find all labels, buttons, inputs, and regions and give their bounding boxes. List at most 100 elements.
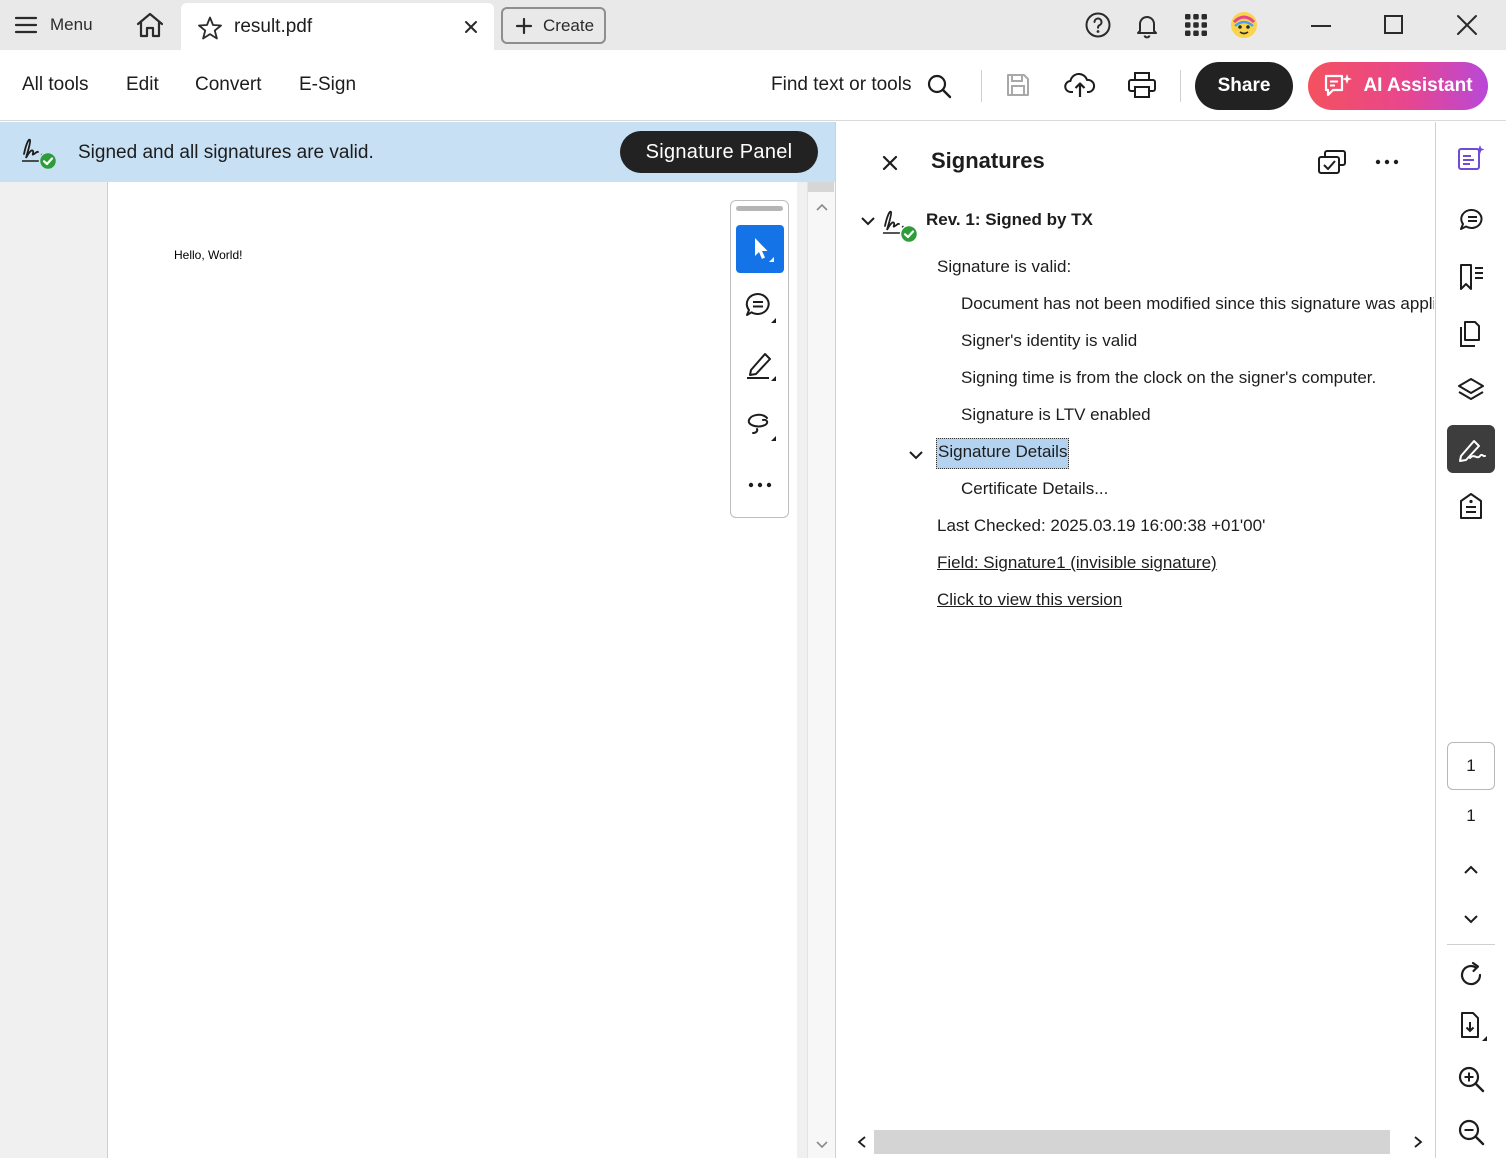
cloud-upload-icon[interactable] — [1064, 70, 1096, 100]
menu-label: Menu — [50, 15, 93, 34]
title-bar: Menu result.pdf Create — [0, 0, 1506, 50]
signature-panel-button[interactable]: Signature Panel — [620, 131, 818, 173]
chevron-down-icon — [1461, 912, 1481, 926]
more-horizontal-icon — [747, 481, 773, 489]
user-avatar-icon[interactable] — [1229, 10, 1259, 40]
bell-icon[interactable] — [1132, 10, 1162, 40]
comment-icon — [743, 290, 777, 324]
select-tool-button[interactable] — [736, 225, 784, 273]
next-page-button[interactable] — [1447, 895, 1495, 943]
revision-label[interactable]: Rev. 1: Signed by TX — [926, 210, 1093, 230]
ai-assistant-button[interactable]: AI Assistant — [1308, 62, 1488, 110]
quick-tools-panel — [730, 200, 789, 518]
previous-page-button[interactable] — [1447, 846, 1495, 894]
validity-item: Document has not been modified since thi… — [961, 294, 1434, 313]
zoom-out-icon — [1456, 1117, 1486, 1147]
chevron-up-icon — [1461, 863, 1481, 877]
collapse-details-icon[interactable] — [907, 448, 925, 462]
field-link[interactable]: Field: Signature1 (invisible signature) — [937, 553, 1217, 573]
find-text-or-tools-button[interactable]: Find text or tools — [771, 74, 911, 96]
maximize-icon[interactable] — [1379, 10, 1409, 40]
validity-item: Signing time is from the clock on the si… — [961, 368, 1377, 387]
create-button[interactable]: Create — [501, 7, 606, 44]
hamburger-icon — [14, 15, 38, 35]
close-panel-icon[interactable] — [880, 153, 900, 173]
star-icon[interactable] — [197, 15, 223, 41]
vertical-scrollbar[interactable] — [807, 182, 835, 1158]
validate-all-icon[interactable] — [1316, 148, 1348, 178]
zoom-out-button[interactable] — [1447, 1108, 1495, 1156]
page-display-icon — [1455, 1010, 1487, 1042]
bookmark-icon — [1456, 262, 1486, 292]
lasso-draw-icon — [743, 408, 777, 442]
create-label: Create — [543, 15, 595, 35]
rail-document-properties[interactable] — [1447, 482, 1495, 530]
collapse-revision-icon[interactable] — [859, 214, 877, 228]
search-icon[interactable] — [926, 73, 952, 99]
more-options-icon[interactable] — [1374, 158, 1400, 166]
panel-title: Signatures — [931, 148, 1045, 173]
layers-icon — [1456, 375, 1486, 405]
menu-button[interactable]: Menu — [14, 8, 114, 42]
rail-bookmarks[interactable] — [1447, 253, 1495, 301]
toolbar-divider — [981, 70, 982, 102]
highlight-tool-button[interactable] — [736, 341, 784, 389]
pdf-page[interactable]: Hello, World! — [107, 182, 797, 1158]
pages-icon — [1456, 319, 1486, 349]
help-icon[interactable] — [1083, 10, 1113, 40]
rotate-icon — [1456, 960, 1486, 990]
nav-edit[interactable]: Edit — [126, 74, 159, 96]
rail-signatures[interactable] — [1447, 425, 1495, 473]
nav-all-tools[interactable]: All tools — [22, 74, 89, 96]
save-icon[interactable] — [1005, 72, 1031, 98]
ai-assistant-label: AI Assistant — [1363, 75, 1473, 96]
zoom-in-icon — [1456, 1064, 1486, 1094]
rotate-view-button[interactable] — [1447, 951, 1495, 999]
chevron-right-icon[interactable] — [1412, 1135, 1424, 1149]
more-tools-button[interactable] — [736, 461, 784, 509]
home-icon — [135, 11, 165, 39]
certificate-details-link[interactable]: Certificate Details... — [961, 479, 1108, 499]
signature-details-item[interactable]: Signature Details — [936, 438, 1070, 469]
apps-grid-icon[interactable] — [1181, 10, 1211, 40]
rail-layers[interactable] — [1447, 366, 1495, 414]
validity-heading: Signature is valid: — [937, 257, 1072, 276]
view-version-link[interactable]: Click to view this version — [937, 590, 1122, 610]
document-tab[interactable]: result.pdf — [181, 3, 494, 50]
nav-e-sign[interactable]: E-Sign — [299, 74, 356, 96]
scrollbar-thumb[interactable] — [808, 182, 834, 192]
share-button[interactable]: Share — [1195, 62, 1293, 110]
print-icon[interactable] — [1127, 71, 1157, 99]
right-rail: 1 1 — [1435, 122, 1506, 1158]
validity-item: Signer's identity is valid — [961, 331, 1138, 350]
signature-valid-icon — [20, 134, 60, 170]
plus-icon — [515, 17, 533, 35]
current-page-input[interactable]: 1 — [1447, 742, 1495, 790]
draw-tool-button[interactable] — [736, 401, 784, 449]
validity-item: Signature is LTV enabled — [961, 405, 1151, 424]
rail-comments[interactable] — [1447, 197, 1495, 245]
page-text: Hello, World! — [174, 248, 243, 262]
cursor-arrow-icon — [746, 234, 774, 264]
rail-pages[interactable] — [1447, 310, 1495, 358]
document-viewer: Hello, World! — [0, 182, 835, 1158]
last-checked-text: Last Checked: 2025.03.19 16:00:38 +01'00… — [937, 516, 1266, 535]
rail-generative-summary[interactable] — [1447, 134, 1495, 182]
drag-handle[interactable] — [736, 206, 783, 211]
close-tab-icon[interactable] — [461, 17, 481, 37]
nav-convert[interactable]: Convert — [195, 74, 262, 96]
chevron-left-icon[interactable] — [856, 1135, 868, 1149]
scrollbar-thumb[interactable] — [874, 1130, 1390, 1154]
home-button[interactable] — [130, 8, 170, 42]
close-window-icon[interactable] — [1452, 10, 1482, 40]
page-display-button[interactable] — [1447, 1002, 1495, 1050]
zoom-in-button[interactable] — [1447, 1055, 1495, 1103]
toolbar-divider — [1180, 70, 1181, 102]
comments-icon — [1456, 206, 1486, 236]
ai-summary-icon — [1456, 143, 1486, 173]
comment-tool-button[interactable] — [736, 283, 784, 331]
ai-assistant-icon — [1323, 72, 1353, 100]
minimize-icon[interactable] — [1306, 10, 1336, 40]
chevron-up-icon[interactable] — [815, 202, 829, 212]
chevron-down-icon[interactable] — [815, 1140, 829, 1150]
